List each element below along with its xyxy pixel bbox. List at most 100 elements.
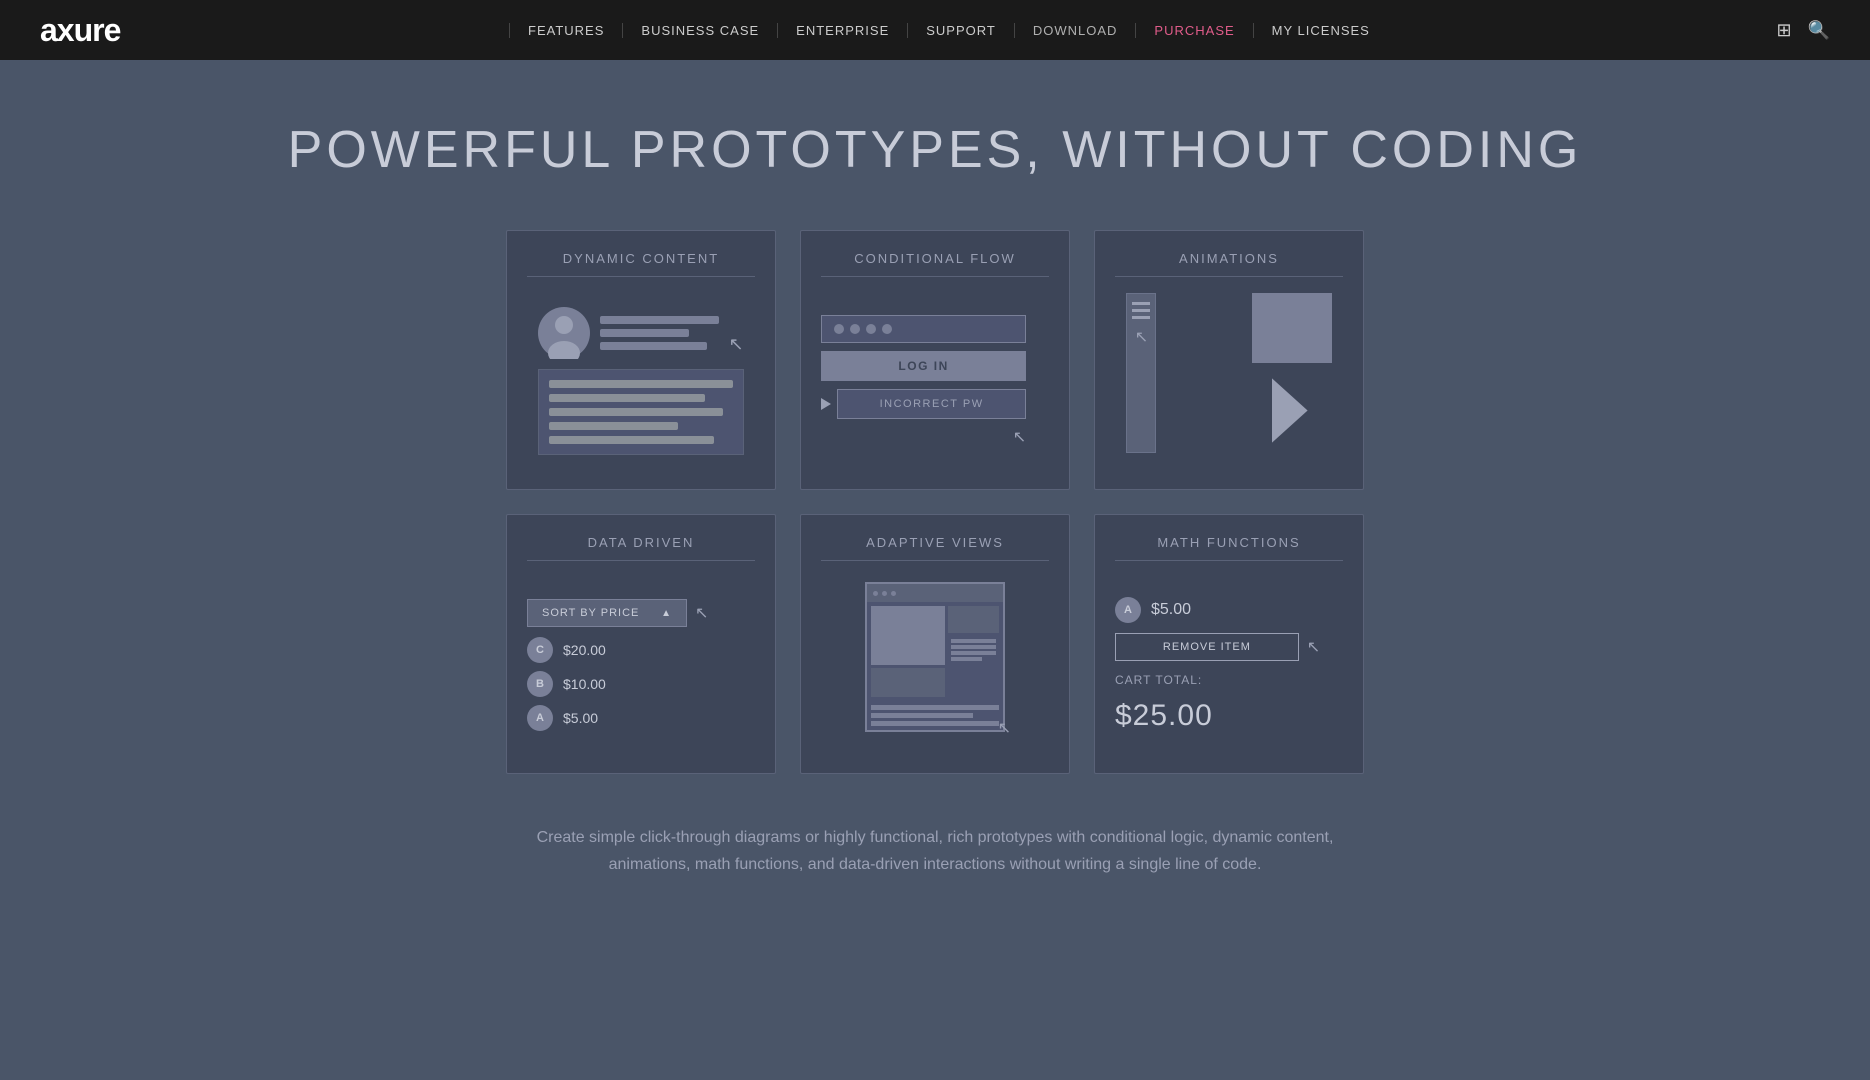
card-title-adaptive-views: ADAPTIVE VIEWS bbox=[821, 535, 1049, 561]
dd-item-1: B $10.00 bbox=[527, 671, 732, 697]
cf-dot-1 bbox=[834, 324, 844, 334]
mf-cursor: ↖ bbox=[1307, 637, 1320, 657]
nav-enterprise[interactable]: ENTERPRISE bbox=[778, 23, 908, 38]
card-dynamic-content: DYNAMIC CONTENT ↖ bbox=[506, 230, 776, 490]
dc-bottom-line-5 bbox=[549, 436, 714, 444]
av-main-block bbox=[871, 606, 945, 665]
anim-shape bbox=[1272, 378, 1332, 443]
dd-item-2: A $5.00 bbox=[527, 705, 732, 731]
mf-item-price: $5.00 bbox=[1151, 601, 1191, 619]
dd-items-list: C $20.00 B $10.00 A $5.00 bbox=[527, 637, 732, 731]
card-math-functions: MATH FUNCTIONS A $5.00 REMOVE ITEM ↖ CAR… bbox=[1094, 514, 1364, 774]
main-nav: FEATURES BUSINESS CASE ENTERPRISE SUPPOR… bbox=[509, 23, 1388, 38]
av-dot-1 bbox=[873, 591, 878, 596]
av-line-1 bbox=[951, 639, 996, 643]
cf-error-message: INCORRECT PW bbox=[837, 389, 1026, 419]
av-right-col bbox=[948, 606, 999, 697]
page-description: Create simple click-through diagrams or … bbox=[505, 824, 1365, 878]
card-title-dynamic-content: DYNAMIC CONTENT bbox=[527, 251, 755, 277]
dc-cursor: ↖ bbox=[729, 334, 744, 355]
card-conditional-flow: CONDITIONAL FLOW LOG IN INCORRECT PW ↖ bbox=[800, 230, 1070, 490]
mf-total-label-text: CART TOTAL: bbox=[1115, 673, 1202, 687]
nav-my-licenses[interactable]: MY LICENSES bbox=[1254, 23, 1388, 38]
av-line-4 bbox=[951, 657, 983, 661]
dd-item-0: C $20.00 bbox=[527, 637, 732, 663]
mf-inner: A $5.00 REMOVE ITEM ↖ CART TOTAL: $25.00 bbox=[1115, 597, 1320, 733]
mf-item: A $5.00 bbox=[1115, 597, 1320, 623]
card-title-data-driven: DATA DRIVEN bbox=[527, 535, 755, 561]
dd-sort-row: SORT BY PRICE ▲ ↖ bbox=[527, 599, 732, 627]
nav-download[interactable]: DOWNLOAD bbox=[1015, 23, 1137, 38]
mf-remove-button[interactable]: REMOVE ITEM bbox=[1115, 633, 1299, 661]
anim-sidebar-line-2 bbox=[1132, 309, 1150, 312]
nav-features[interactable]: FEATURES bbox=[509, 23, 623, 38]
dc-bottom-line-2 bbox=[549, 394, 705, 402]
av-screen: ↖ bbox=[865, 582, 1005, 732]
dd-sort-label: SORT BY PRICE bbox=[542, 607, 639, 619]
card-title-math-functions: MATH FUNCTIONS bbox=[1115, 535, 1343, 561]
site-header: axure FEATURES BUSINESS CASE ENTERPRISE … bbox=[0, 0, 1870, 60]
av-line-2 bbox=[951, 645, 996, 649]
cf-dot-2 bbox=[850, 324, 860, 334]
anim-sidebar-line-3 bbox=[1132, 316, 1150, 319]
anim-sidebar: ↖ bbox=[1126, 293, 1156, 453]
mf-total-price: $25.00 bbox=[1115, 699, 1320, 733]
mf-badge-a: A bbox=[1115, 597, 1141, 623]
cf-inner: LOG IN INCORRECT PW ↖ bbox=[821, 315, 1026, 447]
av-left-col bbox=[871, 606, 945, 697]
main-content: POWERFUL PROTOTYPES, WITHOUT CODING DYNA… bbox=[0, 60, 1870, 918]
dc-bottom-line-4 bbox=[549, 422, 677, 430]
dd-price-b: $10.00 bbox=[563, 676, 606, 692]
cf-login-button: LOG IN bbox=[821, 351, 1026, 381]
av-screen-body bbox=[867, 602, 1003, 701]
anim-right bbox=[1164, 293, 1331, 453]
header-icons: ⊞ 🔍 bbox=[1776, 20, 1830, 41]
conditional-flow-illustration: LOG IN INCORRECT PW ↖ bbox=[821, 293, 1049, 469]
nav-purchase[interactable]: PURCHASE bbox=[1136, 23, 1253, 38]
dc-line-3 bbox=[600, 342, 706, 350]
card-title-animations: ANIMATIONS bbox=[1115, 251, 1343, 277]
av-dot-2 bbox=[882, 591, 887, 596]
dc-top-row: ↖ bbox=[538, 307, 743, 359]
av-right-block-1 bbox=[948, 606, 999, 633]
cf-dot-3 bbox=[866, 324, 876, 334]
card-title-conditional-flow: CONDITIONAL FLOW bbox=[821, 251, 1049, 277]
dd-inner: SORT BY PRICE ▲ ↖ C $20.00 B $10.00 bbox=[527, 599, 732, 731]
card-data-driven: DATA DRIVEN SORT BY PRICE ▲ ↖ C $20.00 bbox=[506, 514, 776, 774]
grid-icon[interactable]: ⊞ bbox=[1776, 20, 1791, 41]
adaptive-views-illustration: ↖ bbox=[832, 577, 1037, 737]
dd-sort-arrow: ▲ bbox=[661, 608, 672, 619]
dc-line-2 bbox=[600, 329, 689, 337]
animations-illustration: ↖ bbox=[1126, 293, 1331, 453]
anim-sidebar-arrow: ↖ bbox=[1135, 327, 1148, 347]
nav-business-case[interactable]: BUSINESS CASE bbox=[623, 23, 778, 38]
logo[interactable]: axure bbox=[40, 12, 120, 49]
nav-support[interactable]: SUPPORT bbox=[908, 23, 1015, 38]
dd-cursor: ↖ bbox=[695, 603, 708, 623]
cf-arrow-icon bbox=[821, 398, 831, 410]
av-screen-top bbox=[867, 584, 1003, 602]
dc-text-lines bbox=[600, 316, 718, 350]
av-cursor: ↖ bbox=[998, 718, 1011, 738]
dd-price-c: $20.00 bbox=[563, 642, 606, 658]
cf-cursor: ↖ bbox=[1013, 427, 1026, 447]
cf-arrow-row: INCORRECT PW bbox=[821, 389, 1026, 419]
dc-bottom-block bbox=[538, 369, 743, 455]
dc-line-1 bbox=[600, 316, 718, 324]
av-bottom-line-1 bbox=[871, 705, 999, 710]
av-sub-block bbox=[871, 668, 945, 697]
search-icon[interactable]: 🔍 bbox=[1808, 20, 1830, 41]
dc-bottom-line-1 bbox=[549, 380, 732, 388]
dd-price-a: $5.00 bbox=[563, 710, 598, 726]
dc-bottom-line-3 bbox=[549, 408, 723, 416]
mf-remove-row: REMOVE ITEM ↖ bbox=[1115, 633, 1320, 661]
cards-grid: DYNAMIC CONTENT ↖ bbox=[506, 230, 1364, 774]
dc-avatar bbox=[538, 307, 590, 359]
dd-sort-button[interactable]: SORT BY PRICE ▲ bbox=[527, 599, 687, 627]
cf-password-field bbox=[821, 315, 1026, 343]
av-bottom-line-2 bbox=[871, 713, 973, 718]
page-title: POWERFUL PROTOTYPES, WITHOUT CODING bbox=[288, 120, 1583, 180]
card-adaptive-views: ADAPTIVE VIEWS bbox=[800, 514, 1070, 774]
data-driven-illustration: SORT BY PRICE ▲ ↖ C $20.00 B $10.00 bbox=[527, 577, 755, 753]
cf-dot-4 bbox=[882, 324, 892, 334]
